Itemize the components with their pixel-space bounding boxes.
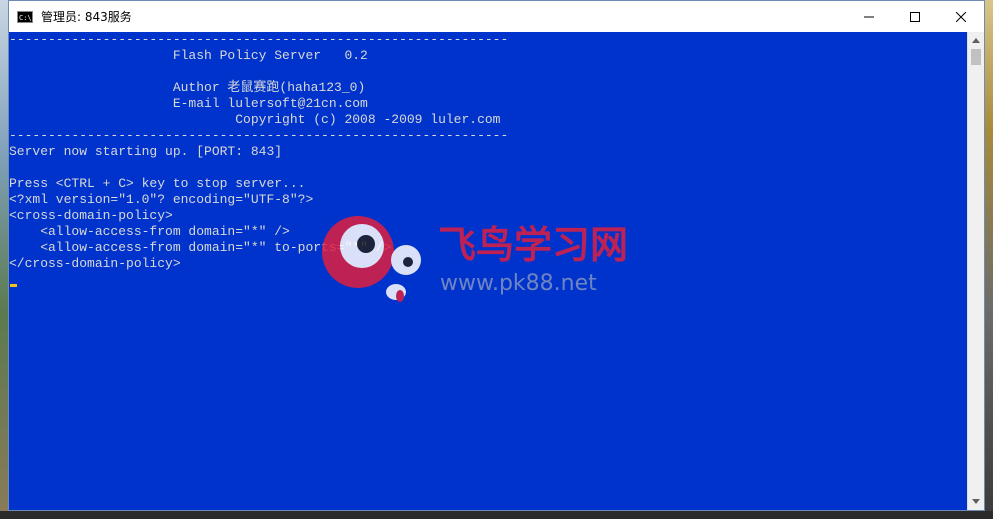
cmd-icon[interactable]: C:\	[17, 10, 33, 23]
console-line: <cross-domain-policy>	[9, 208, 173, 223]
chevron-down-icon	[972, 499, 980, 504]
console-line: Author 老鼠赛跑(haha123_0)	[9, 80, 366, 95]
desktop-background-right	[985, 0, 993, 519]
window-title: 管理员: 843服务	[41, 10, 132, 24]
desktop-background-bottom	[0, 511, 993, 519]
console-line: Copyright (c) 2008 -2009 luler.com	[9, 112, 501, 127]
scroll-down-button[interactable]	[968, 493, 984, 510]
minimize-button[interactable]	[846, 1, 892, 32]
maximize-icon	[910, 11, 920, 22]
console-line: ----------------------------------------…	[9, 32, 509, 47]
console-output[interactable]: ----------------------------------------…	[9, 32, 968, 510]
console-line: <allow-access-from domain="*" />	[9, 224, 290, 239]
maximize-button[interactable]	[892, 1, 938, 32]
title-bar[interactable]: C:\ 管理员: 843服务	[9, 1, 984, 32]
close-icon	[956, 11, 966, 22]
scroll-up-button[interactable]	[968, 32, 984, 49]
vertical-scrollbar[interactable]	[967, 32, 984, 510]
minimize-icon	[864, 16, 874, 17]
console-line: Server now starting up. [PORT: 843]	[9, 144, 283, 159]
console-line: Flash Policy Server 0.2	[9, 48, 368, 63]
console-line: Press <CTRL + C> key to stop server...	[9, 176, 306, 191]
desktop-background-left	[0, 0, 8, 519]
console-line: <?xml version="1.0"? encoding="UTF-8"?>	[9, 192, 314, 207]
console-window: C:\ 管理员: 843服务 -------------------------…	[8, 0, 985, 511]
console-line: <allow-access-from domain="*" to-ports="…	[9, 240, 392, 255]
close-button[interactable]	[938, 1, 984, 32]
scroll-thumb[interactable]	[971, 49, 981, 65]
console-line: E-mail lulersoft@21cn.com	[9, 96, 368, 111]
console-line: ----------------------------------------…	[9, 128, 509, 143]
console-line: </cross-domain-policy>	[9, 256, 181, 271]
window-controls	[846, 1, 984, 32]
text-cursor	[10, 284, 17, 287]
chevron-up-icon	[972, 38, 980, 43]
